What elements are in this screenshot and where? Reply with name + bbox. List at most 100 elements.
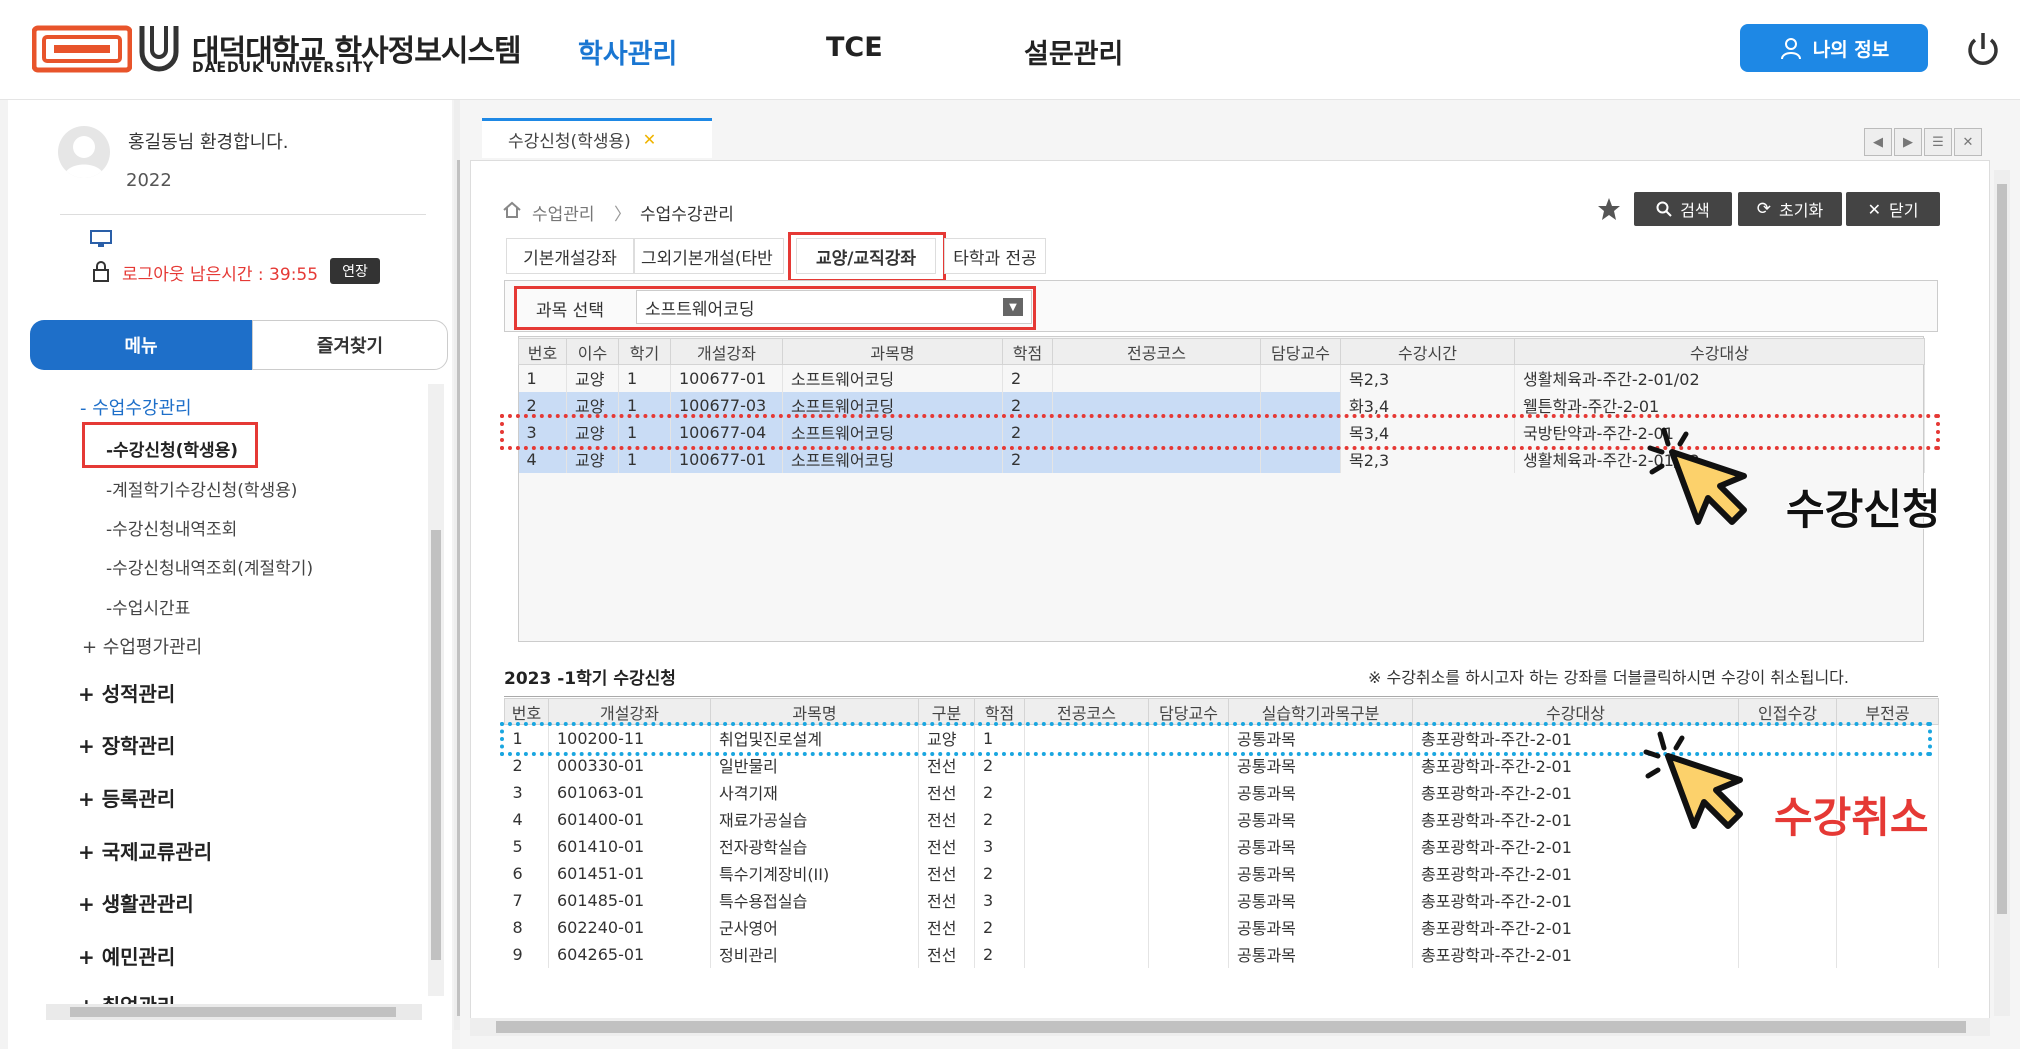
menu-international[interactable]: + 국제교류관리 (78, 836, 212, 865)
column-header[interactable]: 수강대상 (1412, 698, 1739, 725)
menu-scholarship[interactable]: + 장학관리 (78, 730, 175, 759)
menu-item-enroll-history[interactable]: -수강신청내역조회 (106, 515, 237, 540)
tab-enroll-document[interactable]: 수강신청(학생용) ✕ (482, 118, 712, 158)
table-cell: 5 (504, 832, 549, 860)
breadcrumb-enrollment: 수업수강관리 (640, 205, 734, 225)
table-cell: 2 (1002, 364, 1053, 392)
column-header[interactable]: 구분 (918, 698, 975, 725)
menu-dormitory[interactable]: + 생활관관리 (78, 888, 194, 917)
menu-item-timetable[interactable]: -수업시간표 (106, 594, 190, 619)
table-row[interactable]: 8 602240-01 군사영어 전선 2 공통과목 총포광학과-주간-2-01 (504, 913, 1939, 941)
table-cell: 6 (504, 859, 549, 887)
column-header[interactable]: 번호 (504, 698, 549, 725)
menu-group-course-enrollment[interactable]: - 수업수강관리 (80, 394, 192, 420)
column-header[interactable]: 개설강좌 (548, 698, 711, 725)
nav-tce[interactable]: TCE (826, 32, 883, 63)
reset-button[interactable]: ⟳ 초기화 (1738, 192, 1842, 226)
tab-menu[interactable]: 메뉴 (30, 320, 252, 370)
subtab-basic[interactable]: 기본개설강좌 (506, 238, 634, 274)
subtab-other-basic[interactable]: 그외기본개설(타반 (634, 238, 784, 274)
column-header[interactable]: 학점 (1002, 338, 1053, 365)
column-header[interactable]: 전공코스 (1024, 698, 1149, 725)
table-cell (1148, 913, 1229, 941)
close-tab-icon[interactable]: ✕ (643, 130, 656, 149)
table-cell: 601485-01 (548, 886, 711, 914)
column-header[interactable]: 과목명 (710, 698, 919, 725)
user-icon (1780, 38, 1801, 60)
table-row[interactable]: 6 601451-01 특수기계장비(II) 전선 2 공통과목 총포광학과-주간-2-01 (504, 859, 1939, 887)
column-header[interactable]: 개설강좌 (670, 338, 783, 365)
nav-academic[interactable]: 학사관리 (578, 32, 677, 71)
column-header[interactable]: 수강대상 (1514, 338, 1925, 365)
table-cell (1024, 886, 1149, 914)
close-all-icon[interactable]: ✕ (1954, 128, 1982, 156)
main-hscroll-thumb[interactable] (496, 1021, 1966, 1033)
table-cell: 공통과목 (1228, 805, 1413, 833)
avatar (58, 126, 110, 178)
menu-item-enroll[interactable]: -수강신청(학생용) (106, 436, 238, 461)
column-header[interactable]: 학점 (974, 698, 1025, 725)
table-cell: 2 (974, 913, 1025, 941)
menu-item-seasonal-history[interactable]: -수강신청내역조회(계절학기) (106, 554, 313, 579)
table-row[interactable]: 1 교양 1 100677-01 소프트웨어코딩 2 목2,3 생활체육과-주간-2-01/0… (518, 364, 1925, 392)
column-header[interactable]: 담당교수 (1148, 698, 1229, 725)
user-greeting: 홍길동님 환경합니다. (128, 132, 289, 153)
table-cell (1148, 778, 1229, 806)
table-cell: 전선 (918, 940, 975, 968)
table-cell: 군사영어 (710, 913, 919, 941)
close-label: 닫기 (1888, 201, 1919, 220)
sidebar-scroll-thumb[interactable] (431, 530, 441, 960)
column-header[interactable]: 부전공 (1836, 698, 1939, 725)
cancel-instruction: ※ 수강취소를 하시고자 하는 강좌를 더블클릭하시면 수강이 취소됩니다. (1368, 668, 1849, 687)
menu-reserve[interactable]: + 예민관리 (78, 941, 175, 970)
lock-icon (93, 261, 109, 282)
menu-grades[interactable]: + 성적관리 (78, 678, 175, 707)
table-cell: 전선 (918, 805, 975, 833)
column-header[interactable]: 인접수강 (1738, 698, 1837, 725)
column-header[interactable]: 수강시간 (1340, 338, 1515, 365)
prev-tab-icon[interactable]: ◀ (1864, 128, 1892, 156)
table-cell: 특수기계장비(II) (710, 859, 919, 887)
table-cell: 전선 (918, 832, 975, 860)
table-cell: 100677-01 (670, 364, 783, 392)
table-cell (1836, 886, 1939, 914)
home-icon[interactable] (502, 200, 522, 220)
column-header[interactable]: 과목명 (782, 338, 1003, 365)
sidebar-hscroll-thumb[interactable] (70, 1007, 396, 1017)
table-cell: 9 (504, 940, 549, 968)
column-header[interactable]: 학기 (618, 338, 671, 365)
table-row[interactable]: 9 604265-01 정비관리 전선 2 공통과목 총포광학과-주간-2-01 (504, 940, 1939, 968)
column-header[interactable]: 이수 (566, 338, 619, 365)
table-row[interactable]: 7 601485-01 특수용접실습 전선 3 공통과목 총포광학과-주간-2-01 (504, 886, 1939, 914)
chevron-right-icon: 〉 (614, 205, 631, 225)
column-header[interactable]: 실습학기과목구분 (1228, 698, 1413, 725)
menu-item-seasonal-enroll[interactable]: -계절학기수강신청(학생용) (106, 476, 297, 501)
tab-favorites[interactable]: 즐겨찾기 (252, 320, 448, 370)
search-button[interactable]: 검색 (1634, 192, 1732, 226)
menu-group-evaluation[interactable]: + 수업평가관리 (82, 633, 202, 659)
table-cell: 전자광학실습 (710, 832, 919, 860)
subtab-other-major[interactable]: 타학과 전공 (944, 238, 1046, 274)
user-year: 2022 (126, 170, 172, 191)
extend-button[interactable]: 연장 (330, 258, 380, 284)
next-tab-icon[interactable]: ▶ (1894, 128, 1922, 156)
avatar-icon (64, 136, 104, 178)
column-header[interactable]: 전공코스 (1052, 338, 1261, 365)
my-info-button[interactable]: 나의 정보 (1740, 24, 1928, 72)
menu-registration[interactable]: + 등록관리 (78, 783, 175, 812)
highlight-box (514, 286, 1036, 330)
power-icon[interactable] (1964, 30, 2002, 68)
menu-employment[interactable]: + 취업관리 (78, 990, 175, 1004)
table-cell: 4 (504, 805, 549, 833)
table-cell: 601451-01 (548, 859, 711, 887)
breadcrumb-course[interactable]: 수업관리 (532, 200, 595, 225)
main-scroll-thumb[interactable] (1997, 184, 2007, 914)
column-header[interactable]: 담당교수 (1260, 338, 1341, 365)
close-button[interactable]: ✕ 닫기 (1846, 192, 1940, 226)
star-icon[interactable] (1596, 196, 1622, 222)
column-header[interactable]: 번호 (518, 338, 567, 365)
nav-survey[interactable]: 설문관리 (1024, 32, 1123, 71)
tab-list-icon[interactable]: ☰ (1924, 128, 1952, 156)
university-logo-icon (32, 25, 132, 73)
table-cell: 2 (974, 859, 1025, 887)
